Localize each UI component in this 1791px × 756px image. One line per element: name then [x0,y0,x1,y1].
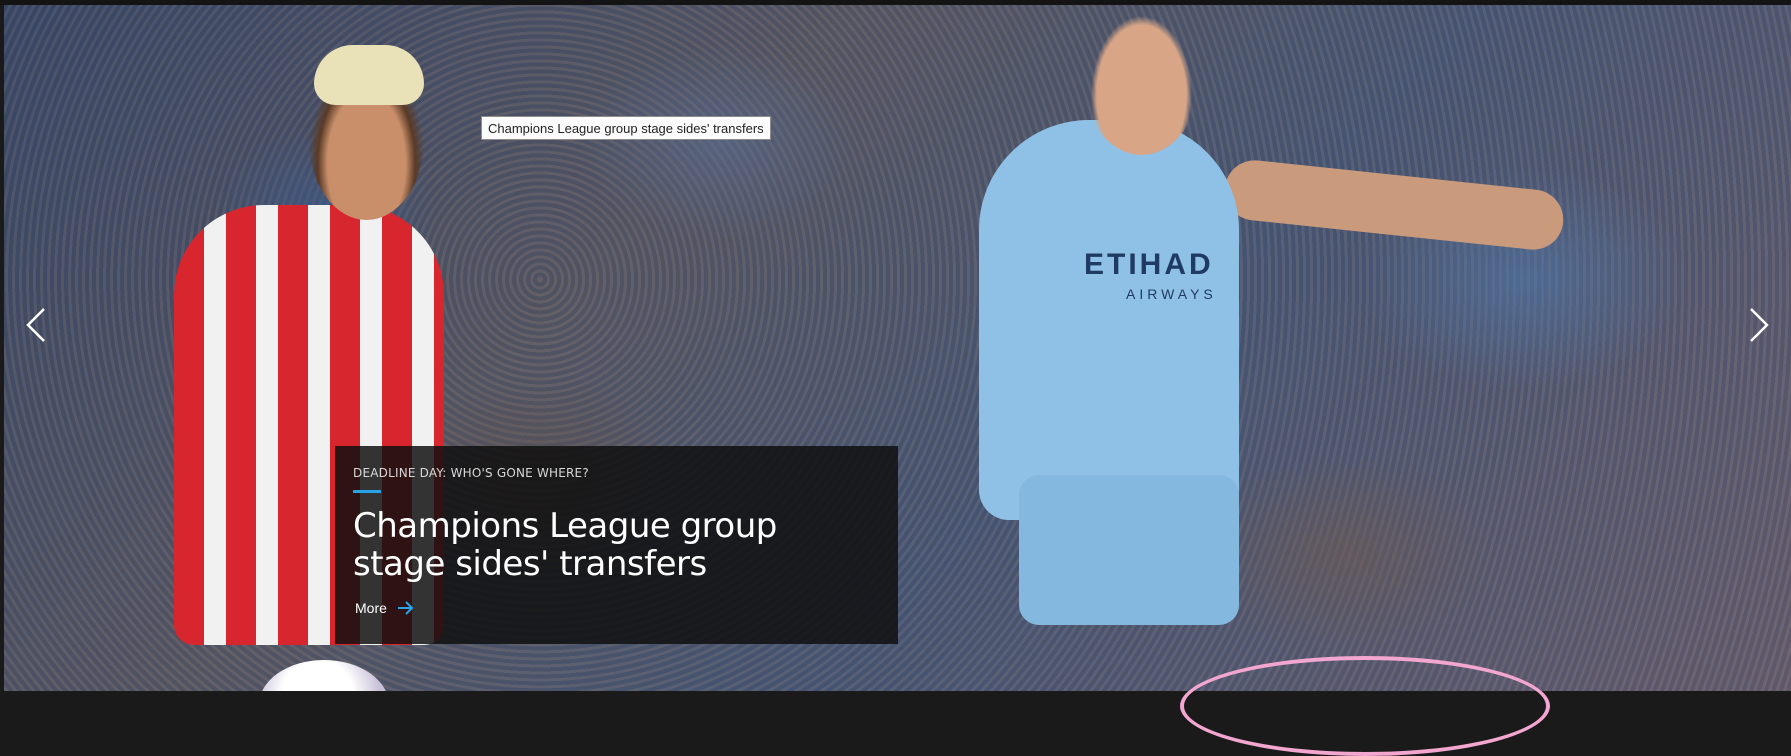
carousel-prev-button[interactable] [16,300,56,350]
player-right-arm [1221,157,1567,253]
highlight-annotation [1180,656,1550,756]
jersey-sponsor: ETIHAD [1084,248,1214,281]
player-right-head [1084,5,1199,155]
player-right-image [979,120,1239,520]
more-label: More [355,600,387,616]
chevron-right-icon [1750,308,1769,342]
player-left-hair [314,45,424,105]
more-link[interactable]: More [355,600,415,616]
caption-accent-rule [353,490,381,493]
caption-title[interactable]: Champions League group stage sides' tran… [353,507,878,583]
carousel-next-button[interactable] [1739,300,1779,350]
jersey-sponsor-sub: AIRWAYS [1126,286,1217,302]
arrow-right-icon [397,601,414,615]
image-tooltip: Champions League group stage sides' tran… [481,116,771,140]
hero-caption[interactable]: Deadline Day: Who's gone where? Champion… [335,446,898,644]
caption-kicker: Deadline Day: Who's gone where? [353,466,589,480]
player-right-shorts [1019,475,1239,625]
chevron-left-icon [26,308,45,342]
football [259,660,389,691]
